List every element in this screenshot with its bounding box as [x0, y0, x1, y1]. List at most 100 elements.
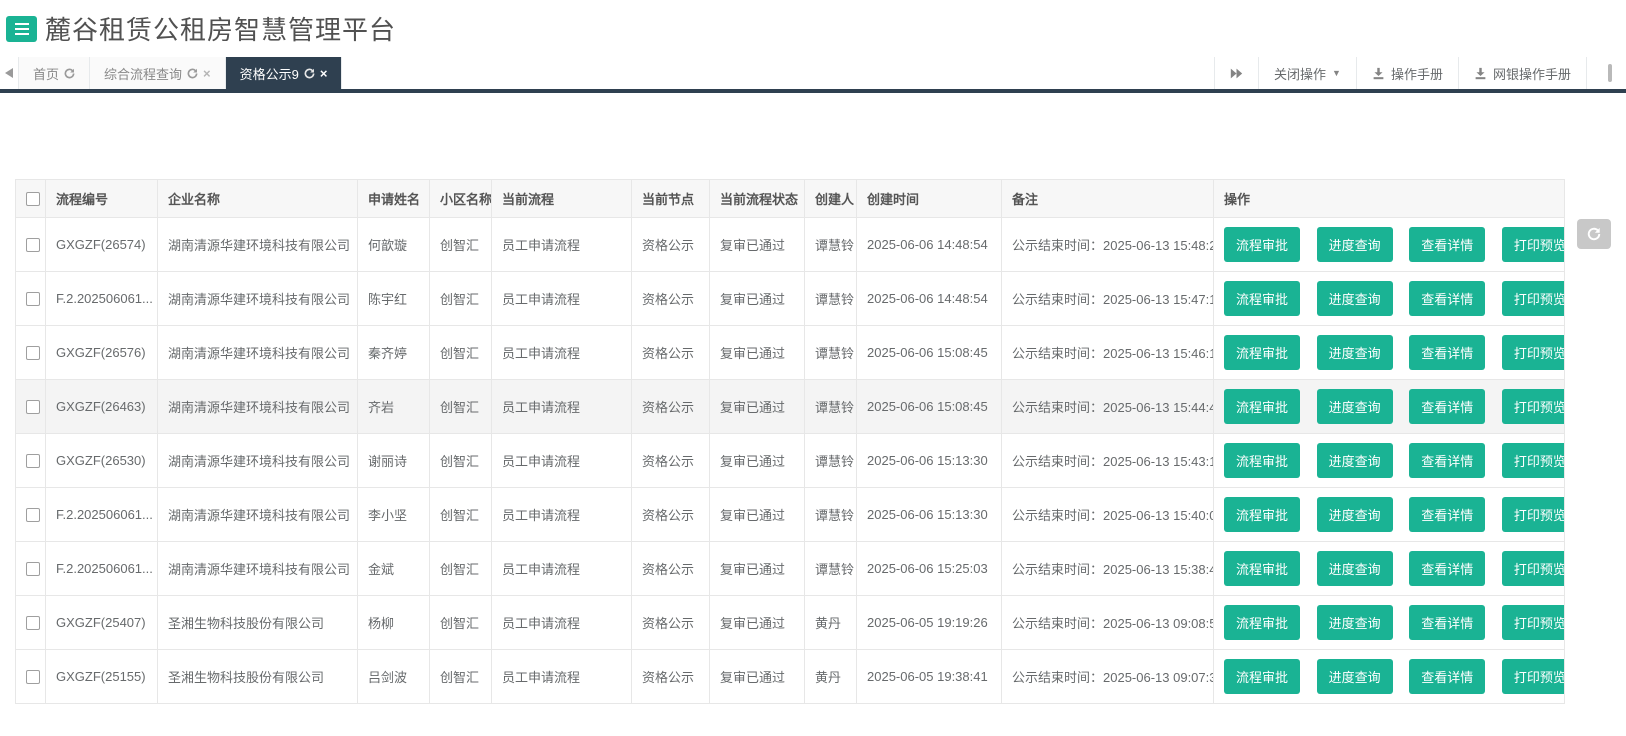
print-preview-button[interactable]: 打印预览 [1502, 389, 1565, 424]
print-preview-button[interactable]: 打印预览 [1502, 227, 1565, 262]
cell-operations: 流程审批 进度查询 查看详情 打印预览 [1214, 326, 1565, 380]
tab-home[interactable]: 首页 [19, 57, 90, 89]
cell-company: 湖南清源华建环境科技有限公司 [158, 326, 358, 380]
refresh-icon[interactable] [304, 68, 315, 79]
print-preview-button[interactable]: 打印预览 [1502, 497, 1565, 532]
bank-manual-button[interactable]: 网银操作手册 [1458, 57, 1586, 89]
double-chevron-right-icon [1230, 68, 1243, 79]
process-approval-button[interactable]: 流程审批 [1224, 389, 1300, 424]
cell-community: 创智汇 [430, 596, 492, 650]
table-refresh-button[interactable] [1577, 219, 1611, 249]
cell-remark: 公示结束时间：2025-06-13 15:38:40 [1002, 542, 1214, 596]
view-details-button[interactable]: 查看详情 [1409, 497, 1485, 532]
view-details-button[interactable]: 查看详情 [1409, 389, 1485, 424]
cell-creator: 谭慧铃 [805, 218, 857, 272]
cell-applicant: 陈宇红 [358, 272, 430, 326]
process-approval-button[interactable]: 流程审批 [1224, 335, 1300, 370]
col-created-at: 创建时间 [857, 180, 1002, 218]
clipped-icon [1608, 64, 1612, 82]
process-approval-button[interactable]: 流程审批 [1224, 605, 1300, 640]
cell-creator: 谭慧铃 [805, 272, 857, 326]
process-approval-button[interactable]: 流程审批 [1224, 659, 1300, 694]
print-preview-button[interactable]: 打印预览 [1502, 605, 1565, 640]
row-checkbox[interactable] [26, 616, 40, 630]
tab-scroll-left-button[interactable] [0, 57, 19, 89]
row-checkbox[interactable] [26, 670, 40, 684]
view-details-button[interactable]: 查看详情 [1409, 605, 1485, 640]
tab-bar-actions: 关闭操作 ▼ 操作手册 网银操作手册 [1214, 57, 1626, 89]
col-creator: 创建人 [805, 180, 857, 218]
row-checkbox[interactable] [26, 562, 40, 576]
cell-created-at: 2025-06-06 14:48:54 [857, 272, 1002, 326]
cell-process-no: GXGZF(26530) [46, 434, 158, 488]
table-row: F.2.202506061... 湖南清源华建环境科技有限公司 陈宇红 创智汇 … [16, 272, 1565, 326]
print-preview-button[interactable]: 打印预览 [1502, 335, 1565, 370]
progress-query-button[interactable]: 进度查询 [1317, 605, 1393, 640]
view-details-button[interactable]: 查看详情 [1409, 659, 1485, 694]
process-approval-button[interactable]: 流程审批 [1224, 551, 1300, 586]
print-preview-button[interactable]: 打印预览 [1502, 659, 1565, 694]
progress-query-button[interactable]: 进度查询 [1317, 281, 1393, 316]
cell-operations: 流程审批 进度查询 查看详情 打印预览 [1214, 542, 1565, 596]
row-checkbox[interactable] [26, 238, 40, 252]
process-approval-button[interactable]: 流程审批 [1224, 443, 1300, 478]
cell-created-at: 2025-06-06 15:13:30 [857, 488, 1002, 542]
cell-company: 湖南清源华建环境科技有限公司 [158, 218, 358, 272]
print-preview-button[interactable]: 打印预览 [1502, 551, 1565, 586]
print-preview-button[interactable]: 打印预览 [1502, 443, 1565, 478]
clipped-action-button[interactable] [1586, 57, 1626, 89]
cell-company: 湖南清源华建环境科技有限公司 [158, 272, 358, 326]
view-details-button[interactable]: 查看详情 [1409, 335, 1485, 370]
operation-manual-button[interactable]: 操作手册 [1356, 57, 1458, 89]
page-title: 麓谷租赁公租房智慧管理平台 [45, 10, 396, 47]
progress-query-button[interactable]: 进度查询 [1317, 551, 1393, 586]
view-details-button[interactable]: 查看详情 [1409, 227, 1485, 262]
row-checkbox[interactable] [26, 454, 40, 468]
view-details-button[interactable]: 查看详情 [1409, 551, 1485, 586]
cell-current-process: 员工申请流程 [492, 434, 632, 488]
tab-label: 综合流程查询 [104, 64, 182, 83]
print-preview-button[interactable]: 打印预览 [1502, 281, 1565, 316]
view-details-button[interactable]: 查看详情 [1409, 281, 1485, 316]
tab-comprehensive-process-query[interactable]: 综合流程查询 × [90, 57, 226, 89]
view-details-button[interactable]: 查看详情 [1409, 443, 1485, 478]
row-checkbox[interactable] [26, 508, 40, 522]
hamburger-menu-button[interactable] [6, 16, 37, 42]
refresh-icon[interactable] [64, 68, 75, 79]
operation-manual-label: 操作手册 [1391, 64, 1443, 83]
close-icon[interactable]: × [203, 67, 211, 80]
table-row: GXGZF(25407) 圣湘生物科技股份有限公司 杨柳 创智汇 员工申请流程 … [16, 596, 1565, 650]
progress-query-button[interactable]: 进度查询 [1317, 389, 1393, 424]
close-icon[interactable]: × [320, 67, 328, 80]
cell-current-node: 资格公示 [632, 542, 710, 596]
cell-company: 湖南清源华建环境科技有限公司 [158, 434, 358, 488]
progress-query-button[interactable]: 进度查询 [1317, 659, 1393, 694]
progress-query-button[interactable]: 进度查询 [1317, 443, 1393, 478]
row-checkbox[interactable] [26, 346, 40, 360]
close-operations-dropdown[interactable]: 关闭操作 ▼ [1258, 57, 1356, 89]
cell-creator: 谭慧铃 [805, 434, 857, 488]
progress-query-button[interactable]: 进度查询 [1317, 227, 1393, 262]
refresh-icon[interactable] [187, 68, 198, 79]
progress-query-button[interactable]: 进度查询 [1317, 497, 1393, 532]
cell-remark: 公示结束时间：2025-06-13 15:44:44 [1002, 380, 1214, 434]
cell-process-no: F.2.202506061... [46, 272, 158, 326]
cell-operations: 流程审批 进度查询 查看详情 打印预览 [1214, 380, 1565, 434]
cell-community: 创智汇 [430, 326, 492, 380]
row-checkbox[interactable] [26, 400, 40, 414]
select-all-checkbox[interactable] [26, 192, 40, 206]
process-approval-button[interactable]: 流程审批 [1224, 281, 1300, 316]
cell-operations: 流程审批 进度查询 查看详情 打印预览 [1214, 272, 1565, 326]
tab-scroll-right-button[interactable] [1214, 57, 1258, 89]
process-approval-button[interactable]: 流程审批 [1224, 227, 1300, 262]
cell-operations: 流程审批 进度查询 查看详情 打印预览 [1214, 596, 1565, 650]
table-row: GXGZF(26574) 湖南清源华建环境科技有限公司 何歆璇 创智汇 员工申请… [16, 218, 1565, 272]
app-header: 麓谷租赁公租房智慧管理平台 [0, 0, 1626, 57]
cell-remark: 公示结束时间：2025-06-13 15:46:17 [1002, 326, 1214, 380]
cell-operations: 流程审批 进度查询 查看详情 打印预览 [1214, 488, 1565, 542]
progress-query-button[interactable]: 进度查询 [1317, 335, 1393, 370]
tab-qualification-publicity[interactable]: 资格公示9 × [226, 57, 343, 89]
row-checkbox[interactable] [26, 292, 40, 306]
col-community: 小区名称 [430, 180, 492, 218]
process-approval-button[interactable]: 流程审批 [1224, 497, 1300, 532]
